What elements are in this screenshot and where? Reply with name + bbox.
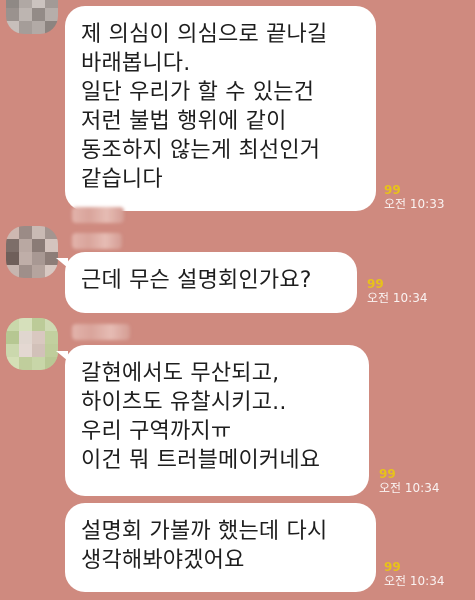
message-bubble[interactable]: 갈현에서도 무산되고, 하이츠도 유찰시키고.. 우리 구역까지ㅠ 이건 뭐 트… <box>65 345 369 496</box>
message-line: 근데 무슨 설명회인가요? <box>81 268 312 293</box>
unread-count: 99 <box>384 183 401 197</box>
message-line: 하이츠도 유찰시키고.. <box>81 390 287 415</box>
sender-name-blurred <box>72 324 130 340</box>
message-time: 오전 10:34 <box>367 291 428 305</box>
message-time: 오전 10:34 <box>384 574 445 588</box>
unread-count: 99 <box>367 277 384 291</box>
sender-name-blurred <box>72 233 122 249</box>
message-bubble[interactable]: 근데 무슨 설명회인가요? <box>65 252 357 313</box>
message-line: 이건 뭐 트러블메이커네요 <box>81 448 321 473</box>
sender-name-blurred <box>72 207 124 223</box>
message-line: 갈현에서도 무산되고, <box>81 361 280 386</box>
message-time: 오전 10:33 <box>384 197 445 211</box>
message-meta: 99 오전 10:34 <box>367 277 427 305</box>
message-line: 같습니다 <box>81 167 163 192</box>
message-line: 제 의심이 의심으로 끝나길 <box>81 22 328 47</box>
message-line: 생각해봐야겠어요 <box>81 548 245 573</box>
unread-count: 99 <box>379 467 396 481</box>
message-line: 일단 우리가 할 수 있는건 <box>81 80 315 105</box>
message-line: 설명회 가볼까 했는데 다시 <box>81 519 328 544</box>
message-bubble[interactable]: 제 의심이 의심으로 끝나길 바래봅니다. 일단 우리가 할 수 있는건 저런 … <box>65 6 376 211</box>
message-meta: 99 오전 10:34 <box>379 467 439 495</box>
message-line: 저런 불법 행위에 같이 <box>81 109 287 134</box>
message-meta: 99 오전 10:33 <box>384 183 444 211</box>
sender-avatar[interactable] <box>6 318 58 370</box>
message-bubble[interactable]: 설명회 가볼까 했는데 다시 생각해봐야겠어요 <box>65 503 376 592</box>
sender-avatar[interactable] <box>6 0 58 34</box>
unread-count: 99 <box>384 560 401 574</box>
message-line: 바래봅니다. <box>81 51 191 76</box>
message-line: 동조하지 않는게 최선인거 <box>81 138 321 163</box>
message-time: 오전 10:34 <box>379 481 440 495</box>
message-meta: 99 오전 10:34 <box>384 560 444 588</box>
message-line: 우리 구역까지ㅠ <box>81 419 232 444</box>
sender-avatar[interactable] <box>6 226 58 278</box>
